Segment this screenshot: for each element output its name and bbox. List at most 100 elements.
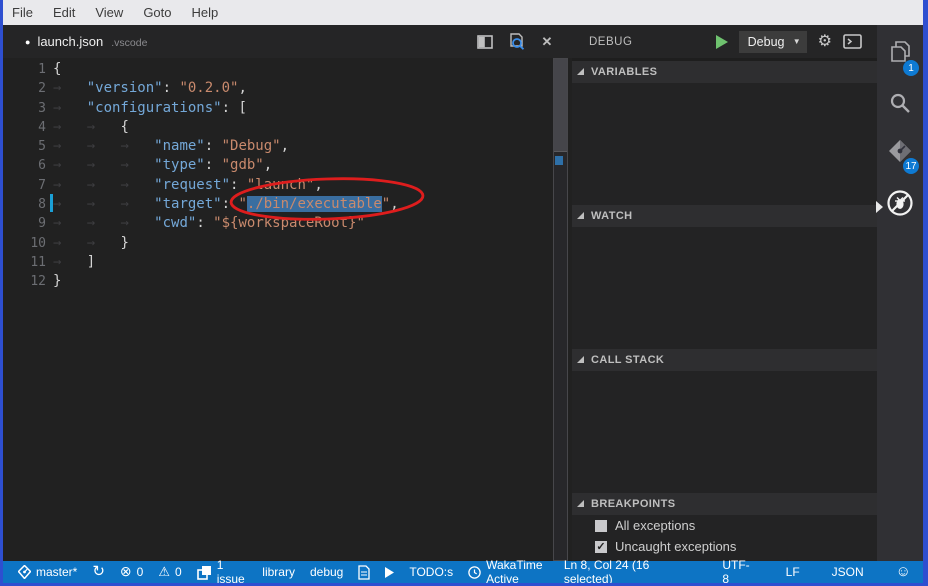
checkbox-unchecked[interactable]: [595, 520, 607, 532]
status-debug[interactable]: debug: [310, 565, 343, 579]
status-label: 1 issue: [217, 558, 248, 586]
status-sync[interactable]: ↻: [92, 565, 105, 579]
debug-console-icon[interactable]: [843, 34, 862, 49]
line-number[interactable]: 11: [3, 253, 53, 272]
start-debug-icon[interactable]: [716, 35, 728, 49]
line-number[interactable]: 1: [3, 60, 53, 79]
activity-item-explorer[interactable]: 1: [877, 37, 923, 69]
open-preview-icon[interactable]: [507, 33, 525, 51]
code-line[interactable]: 9→ → → "cwd": "${workspaceRoot}": [3, 214, 572, 233]
status-library[interactable]: library: [262, 565, 295, 579]
line-number[interactable]: 7: [3, 176, 53, 195]
code-line[interactable]: 1{: [3, 60, 572, 79]
status-issues[interactable]: 1 issue: [197, 558, 248, 586]
line-number[interactable]: 8: [3, 195, 53, 214]
gear-icon[interactable]: ⚙: [818, 34, 832, 50]
menu-bar: FileEditViewGotoHelp: [0, 0, 928, 25]
section-body-watch: [572, 227, 877, 349]
split-editor-icon[interactable]: [476, 33, 494, 51]
status-encoding[interactable]: UTF-8: [722, 558, 753, 586]
menu-item-help[interactable]: Help: [182, 0, 229, 25]
status-wakatime[interactable]: WakaTime Active: [468, 558, 564, 586]
code-line[interactable]: 2→ "version": "0.2.0",: [3, 79, 572, 98]
code-line[interactable]: 4→ → {: [3, 118, 572, 137]
code-line[interactable]: 10→ → }: [3, 234, 572, 253]
token-str: "${workspaceRoot}": [213, 215, 365, 231]
menu-item-view[interactable]: View: [85, 0, 133, 25]
debug-icon: [886, 189, 914, 217]
line-number[interactable]: 5: [3, 137, 53, 156]
tab-whitespace-icon: →: [53, 215, 87, 231]
line-number[interactable]: 3: [3, 99, 53, 118]
section-label: WATCH: [591, 210, 633, 222]
code-line[interactable]: 8→ → → "target": "./bin/executable",: [3, 195, 572, 214]
checkbox-checked[interactable]: ✓: [595, 541, 607, 553]
token-key: "configurations": [87, 100, 222, 116]
status-feedback[interactable]: ☺: [896, 565, 911, 579]
status-cursor-position[interactable]: Ln 8, Col 24 (16 selected): [564, 558, 690, 586]
line-number[interactable]: 9: [3, 214, 53, 233]
token-str: "launch": [247, 177, 314, 193]
smiley-icon: ☺: [896, 565, 911, 579]
menu-item-goto[interactable]: Goto: [133, 0, 181, 25]
status-git-branch[interactable]: master*: [18, 565, 77, 579]
scrollbar-thumb[interactable]: [554, 59, 567, 152]
breakpoint-label: All exceptions: [615, 518, 695, 533]
line-number[interactable]: 2: [3, 79, 53, 98]
tab-launch-json[interactable]: ● launch.json .vscode: [3, 34, 147, 49]
activity-item-debug-active[interactable]: [877, 187, 923, 219]
status-label: WakaTime Active: [486, 558, 564, 586]
section-body-breakpoints: All exceptions ✓Uncaught exceptions: [572, 515, 877, 561]
code-line[interactable]: 7→ → → "request": "launch",: [3, 176, 572, 195]
code-line[interactable]: 3→ "configurations": [: [3, 99, 572, 118]
status-eol[interactable]: LF: [786, 565, 800, 579]
status-todos[interactable]: TODO:s: [409, 565, 453, 579]
section-header-watch[interactable]: WATCH: [572, 205, 877, 227]
section-header-variables[interactable]: VARIABLES: [572, 61, 877, 83]
line-number[interactable]: 4: [3, 118, 53, 137]
code-editor[interactable]: 1{2→ "version": "0.2.0",3→ "configuratio…: [3, 58, 572, 561]
activity-item-search[interactable]: [877, 87, 923, 119]
status-warnings[interactable]: ⚠0: [158, 565, 181, 579]
tab-whitespace-icon: →: [120, 215, 154, 231]
section-header-breakpoints[interactable]: BREAKPOINTS: [572, 493, 877, 515]
token-punc: :: [222, 100, 239, 116]
line-number[interactable]: 10: [3, 234, 53, 253]
editor-scrollbar[interactable]: [553, 58, 568, 561]
line-number[interactable]: 6: [3, 156, 53, 175]
debug-panel-title: DEBUG: [589, 36, 632, 48]
close-editor-icon[interactable]: ✕: [538, 33, 556, 51]
breakpoint-row[interactable]: ✓Uncaught exceptions: [572, 536, 877, 557]
status-language-mode[interactable]: JSON: [832, 565, 864, 579]
status-errors[interactable]: ⊗0: [120, 565, 143, 579]
code-line[interactable]: 11→ ]: [3, 253, 572, 272]
branch-icon: [18, 565, 31, 579]
code-text: → → → "target": "./bin/executable",: [53, 195, 399, 214]
token-str: "Debug": [222, 138, 281, 154]
status-label: UTF-8: [722, 558, 753, 586]
menu-item-file[interactable]: File: [2, 0, 43, 25]
search-icon: [888, 91, 912, 115]
line-number[interactable]: 12: [3, 272, 53, 291]
tab-whitespace-icon: →: [87, 157, 121, 173]
debug-config-dropdown[interactable]: Debug ▼: [739, 31, 807, 53]
badge-count: 17: [903, 158, 919, 174]
tab-whitespace-icon: →: [87, 119, 121, 135]
sync-icon: ↻: [92, 565, 105, 579]
section-header-call-stack[interactable]: CALL STACK: [572, 349, 877, 371]
code-line[interactable]: 12}: [3, 272, 572, 291]
activity-item-git[interactable]: 17: [877, 135, 923, 167]
token-punc: ,: [238, 80, 246, 96]
status-file[interactable]: [358, 565, 370, 580]
code-line[interactable]: 6→ → → "type": "gdb",: [3, 156, 572, 175]
token-brace: }: [120, 235, 128, 251]
tab-whitespace-icon: →: [120, 157, 154, 173]
menu-item-edit[interactable]: Edit: [43, 0, 85, 25]
overview-selection-marker: [555, 156, 563, 165]
status-bar: master* ↻ ⊗0 ⚠0 1 issue library debug TODO:s Wak…: [3, 561, 923, 583]
status-run[interactable]: [385, 567, 394, 578]
token-brace: {: [53, 61, 61, 77]
breakpoint-row[interactable]: All exceptions: [572, 515, 877, 536]
window-border-right: [923, 0, 928, 586]
code-line[interactable]: 5→ → → "name": "Debug",: [3, 137, 572, 156]
